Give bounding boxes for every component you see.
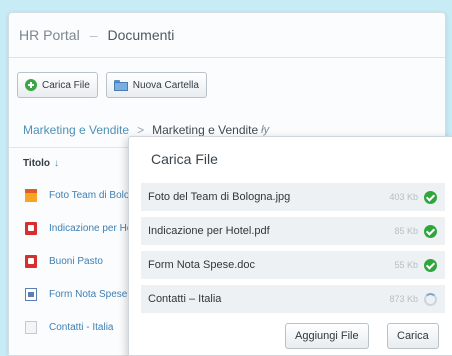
upload-file-name: Indicazione per Hotel.pdf [148,225,270,237]
upload-item: Foto del Team di Bologna.jpg 403 Kb [141,183,445,211]
upload-dialog: Carica File Foto del Team di Bologna.jpg… [128,136,452,356]
dialog-title: Carica File [151,151,218,167]
upload-file-name: Foto del Team di Bologna.jpg [148,191,291,203]
pdf-file-icon [25,222,37,235]
pdf-file-icon [25,255,37,268]
upload-submit-button[interactable]: Carica [387,323,439,349]
column-title-label: Titolo [23,157,51,169]
upload-file-size: 873 Kb [389,294,418,304]
breadcrumb-arrow: > [137,123,145,137]
upload-item: Form Nota Spese.doc 55 Kb [141,251,445,279]
section-title: Documenti [107,27,175,43]
portal-header: HR Portal – Documenti [9,13,445,58]
sort-arrow-icon: ↓ [54,157,60,169]
check-icon [424,258,437,272]
upload-file-name: Contatti – Italia [148,293,222,305]
upload-file-name: Form Nota Spese.doc [148,259,255,271]
upload-item: Contatti – Italia 873 Kb [141,285,445,313]
upload-file-label: Carica File [42,79,90,91]
new-folder-button[interactable]: Nuova Cartella [105,72,207,98]
add-files-button[interactable]: Aggiungi File [285,323,369,349]
new-folder-label: Nuova Cartella [132,79,199,91]
upload-file-size: 55 Kb [394,260,418,270]
toolbar: Carica File Nuova Cartella [9,65,445,105]
text-cursor-glyph: ły [261,124,270,136]
upload-file-size: 403 Kb [389,192,418,202]
plus-icon [25,79,37,91]
upload-file-button[interactable]: Carica File [17,72,98,98]
app-title[interactable]: HR Portal [19,27,80,43]
doc-file-icon [25,288,37,301]
header-separator: – [89,27,98,43]
breadcrumb-parent[interactable]: Marketing e Vendite [23,123,129,137]
check-icon [424,224,437,238]
blank-file-icon [25,321,37,334]
folder-icon [113,79,128,91]
loading-spinner-icon [424,292,437,306]
file-name: Contatti - Italia [49,322,114,333]
file-name: Buoni Pasto [49,256,103,267]
check-icon [424,190,437,204]
breadcrumb-current: Marketing e Vendite [152,123,259,137]
upload-file-size: 85 Kb [394,226,418,236]
image-file-icon [25,189,37,202]
upload-item: Indicazione per Hotel.pdf 85 Kb [141,217,445,245]
file-name: Form Nota Spese [49,289,128,300]
